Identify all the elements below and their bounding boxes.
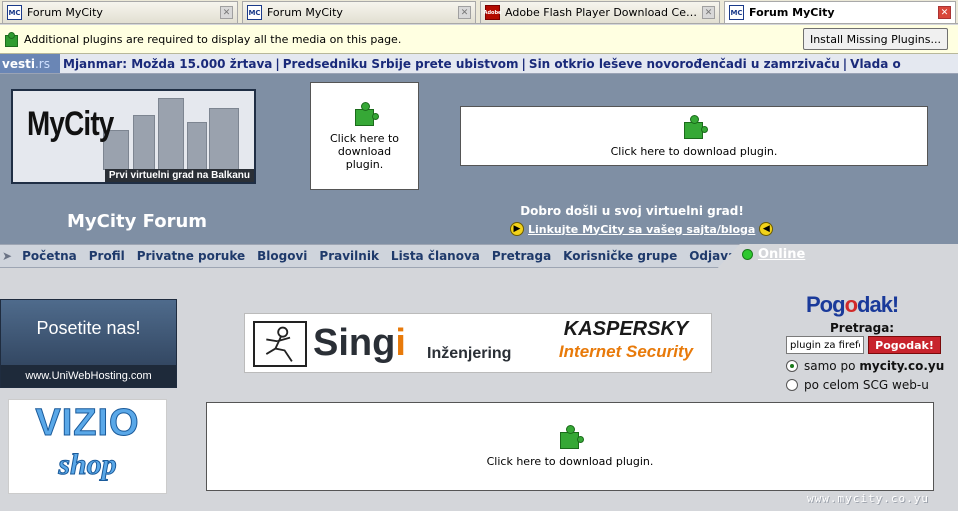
news-item[interactable]: Vlada o [850,57,901,71]
tab-label: Forum MyCity [27,6,103,19]
site-watermark: www.mycity.co.yu [807,492,929,505]
close-tab-icon[interactable]: ✕ [938,6,951,19]
nav-pretraga[interactable]: Pretraga [488,249,555,263]
nav-blogovi[interactable]: Blogovi [253,249,311,263]
mycity-favicon-icon: MC [729,5,744,20]
main-nav: ➤ Početna Profil Privatne poruke Blogovi… [0,244,740,268]
radio-button[interactable] [786,379,798,391]
forum-title: MyCity Forum [67,211,208,232]
online-link[interactable]: Online [758,247,805,262]
news-item[interactable]: Mjanmar: Možda 15.000 žrtava [63,57,272,71]
radio-label: po celom SCG web-u [804,378,929,392]
pogodak-logo[interactable]: Pogodak! [806,292,899,318]
ad-title: Posetite nas! [36,318,141,338]
singi-text-accent: i [395,322,406,364]
tab-forum-mycity-1[interactable]: MC Forum MyCity ✕ [2,1,238,23]
logo-text: MyCity [27,105,114,143]
building-graphic [187,122,207,170]
close-tab-icon[interactable]: ✕ [220,6,233,19]
arrow-left-icon: ◀ [759,222,774,236]
pogodak-logo-part: Pog [806,292,846,317]
install-missing-plugins-button[interactable]: Install Missing Plugins... [802,28,948,50]
radio-search-mycity[interactable]: samo po mycity.co.yu [786,359,944,373]
nav-profil[interactable]: Profil [85,249,129,263]
vesti-logo-text: vesti [2,56,35,71]
puzzle-plugin-icon [557,425,584,451]
nav-korisnicke-grupe[interactable]: Korisničke grupe [559,249,681,263]
mycity-favicon-icon: MC [7,5,22,20]
vizio-shop-text: shop [58,448,117,482]
missing-plugin-notification-bar: Additional plugins are required to displ… [0,25,958,54]
vizio-shop-ad[interactable]: VIZIO shop [8,399,167,494]
radio-search-scg-web[interactable]: po celom SCG web-u [786,378,929,392]
mycity-logo[interactable]: MyCity Prvi virtuelni grad na Balkanu [11,89,256,184]
tab-label: Forum MyCity [749,6,835,19]
online-indicator: Online [742,247,805,262]
nav-lista-clanova[interactable]: Lista članova [387,249,484,263]
arrow-right-icon: ▶ [510,222,524,236]
building-graphic [133,115,155,170]
singi-logo-text: Singi [313,322,406,365]
nav-pocetna[interactable]: Početna [18,249,81,263]
pogodak-search-button[interactable]: Pogodak! [868,336,941,354]
plugin-placeholder-small[interactable]: Click here to download plugin. [310,82,419,190]
search-label: Pretraga: [830,321,895,335]
news-ticker: vesti .rs Mjanmar: Možda 15.000 žrtava | P… [0,54,958,74]
nav-privatne-poruke[interactable]: Privatne poruke [133,249,249,263]
vesti-logo-suffix: .rs [34,56,50,71]
vesti-logo[interactable]: vesti .rs [0,54,60,73]
nav-odjava[interactable]: Odjava [685,249,740,263]
plugin-bar-message: Additional plugins are required to displ… [24,32,402,46]
pogodak-search-panel: Pogodak! Pretraga: Pogodak! samo pomycit… [780,292,958,402]
browser-tab-bar: MC Forum MyCity ✕ MC Forum MyCity ✕ Adob… [0,0,958,24]
plugin-placeholder-content[interactable]: Click here to download plugin. [206,402,934,491]
radio-button[interactable] [786,360,798,372]
mycity-favicon-icon: MC [247,5,262,20]
logo-tagline: Prvi virtuelni grad na Balkanu [104,169,254,182]
plugin-placeholder-banner[interactable]: Click here to download plugin. [460,106,928,166]
tab-label: Adobe Flash Player Download Cente... [505,6,698,19]
puzzle-plugin-icon [352,101,379,128]
ticker-separator: | [842,56,848,71]
nav-pravilnik[interactable]: Pravilnik [315,249,383,263]
news-item[interactable]: Predsedniku Srbije prete ubistvom [283,57,519,71]
building-graphic [209,108,239,170]
link-mycity-link[interactable]: Linkujte MyCity sa vašeg sajta/bloga [528,223,755,236]
singi-kaspersky-banner[interactable]: Singi Inženjering KASPERSKY Internet Sec… [244,313,712,373]
ticker-separator: | [275,56,280,71]
online-status-icon [742,249,753,260]
radio-label-domain: mycity.co.yu [859,359,945,373]
nav-arrow-icon: ➤ [2,249,13,263]
building-graphic [158,98,184,170]
site-header: MyCity Prvi virtuelni grad na Balkanu Cl… [0,74,958,244]
puzzle-plugin-icon [4,32,18,47]
ticker-separator: | [521,56,526,71]
puzzle-plugin-icon [681,114,708,141]
singi-text-main: Sing [313,322,396,364]
singi-subtitle: Inženjering [427,345,512,362]
adobe-favicon-icon: Adobe [484,5,501,20]
tab-forum-mycity-2[interactable]: MC Forum MyCity ✕ [242,1,476,23]
pogodak-logo-part: dak! [857,292,899,317]
kaspersky-title: KASPERSKY [563,318,689,340]
uniwebhosting-ad[interactable]: Posetite nas! www.UniWebHosting.com [0,299,177,388]
news-item[interactable]: Sin otkrio leševe novorođenčadi u zamrzi… [529,57,840,71]
tab-adobe-flash[interactable]: Adobe Adobe Flash Player Download Cente.… [480,1,720,23]
radio-label: samo po [804,359,856,373]
link-mycity-row: ▶ Linkujte MyCity sa vašeg sajta/bloga ◀ [510,222,774,236]
running-figure-icon [253,321,307,367]
plugin-placeholder-label: Click here to download plugin. [486,455,654,468]
vizio-logo-text: VIZIO [35,402,140,445]
search-input[interactable] [786,336,864,354]
kaspersky-subtitle: Internet Security [558,342,694,361]
pogodak-logo-part: o [844,292,858,317]
welcome-message: Dobro došli u svoj virtuelni grad! [520,204,744,218]
ad-url: www.UniWebHosting.com [1,365,176,387]
tab-forum-mycity-active[interactable]: MC Forum MyCity ✕ [724,1,956,23]
close-tab-icon[interactable]: ✕ [702,6,715,19]
plugin-placeholder-label: Click here to download plugin. [610,144,778,158]
plugin-placeholder-label: Click here to download plugin. [329,131,400,171]
tab-label: Forum MyCity [267,6,343,19]
close-tab-icon[interactable]: ✕ [458,6,471,19]
